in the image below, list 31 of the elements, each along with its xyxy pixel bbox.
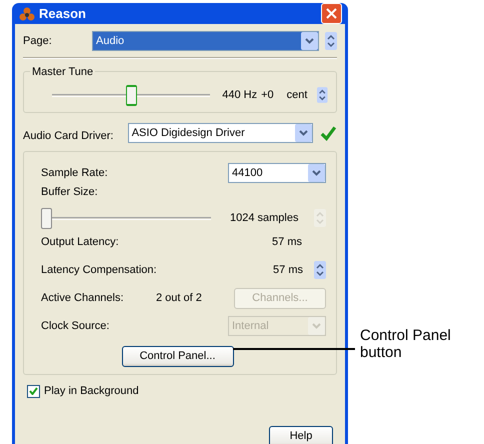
control-panel-button[interactable]: Control Panel... bbox=[122, 346, 234, 367]
spinner-icon[interactable] bbox=[325, 32, 337, 50]
latency-value: 57 ms bbox=[273, 262, 303, 278]
callout-label: Control Panel button bbox=[360, 327, 452, 363]
field-label: Audio Card Driver: bbox=[23, 128, 114, 144]
buffer-reading: 1024 samples bbox=[230, 210, 300, 226]
app-icon bbox=[19, 6, 35, 20]
tune-reading: 440 Hz bbox=[222, 88, 258, 103]
page-select[interactable]: Audio bbox=[92, 31, 319, 51]
field-label: Sample Rate: bbox=[41, 166, 109, 181]
value-select[interactable]: 44100 bbox=[228, 163, 326, 183]
channel-count: 2 out of 2 bbox=[156, 290, 203, 306]
field-label: Clock Source: bbox=[41, 318, 110, 334]
tune-unit: cent bbox=[286, 88, 308, 103]
driver-select[interactable]: ASIO Digidesign Driver bbox=[128, 123, 314, 143]
checkbox-label: Play in Background bbox=[44, 384, 139, 399]
field-label: Buffer Size: bbox=[41, 184, 98, 200]
slider-thumb[interactable] bbox=[126, 85, 137, 106]
field-label: Active Channels: bbox=[41, 290, 125, 306]
help-button[interactable]: Help bbox=[269, 426, 333, 444]
spinner-icon[interactable] bbox=[314, 261, 326, 279]
window-title: Reason bbox=[39, 4, 87, 23]
field-label: Page: bbox=[23, 34, 53, 49]
play-checkbox[interactable] bbox=[27, 384, 40, 398]
close-button[interactable] bbox=[321, 3, 342, 24]
field-label: Latency Compensation: bbox=[41, 262, 158, 278]
latency-value: 57 ms bbox=[272, 234, 302, 250]
tune-offset: +0 bbox=[261, 88, 274, 103]
field-label: Output Latency: bbox=[41, 234, 120, 250]
spinner-icon[interactable] bbox=[317, 86, 328, 104]
close-icon[interactable] bbox=[326, 8, 337, 19]
